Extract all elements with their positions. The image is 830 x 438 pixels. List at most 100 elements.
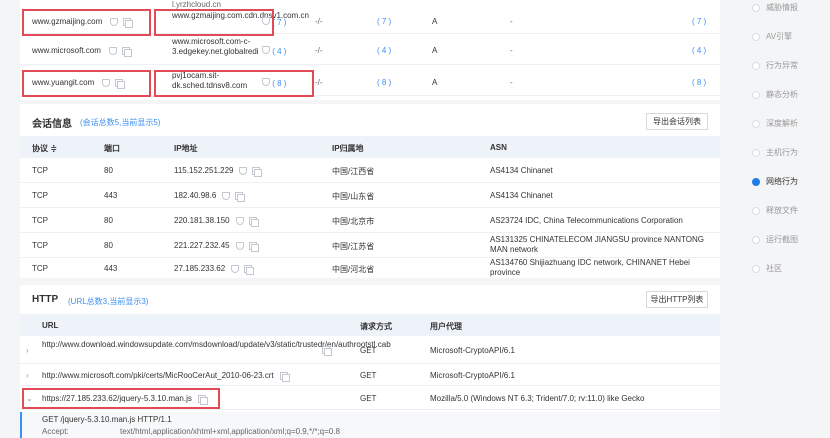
copy-icon[interactable] (248, 216, 259, 227)
col-method: 请求方式 (360, 322, 392, 331)
dns-card: l.yrzhcloud.cn www.gzmaijing.com www.gzm… (20, 0, 720, 100)
cell-ip: 27.185.233.62 (174, 264, 226, 273)
dns-dash2: - (510, 78, 513, 87)
export-http-button[interactable]: 导出HTTP列表 (646, 291, 708, 308)
shield-icon[interactable] (239, 166, 248, 175)
copy-icon[interactable] (248, 241, 259, 252)
table-row: TCP 443 182.40.98.6 中国/山东省 AS4134 Chinan… (20, 183, 720, 208)
cell-location: 中国/江西省 (332, 167, 375, 176)
shield-icon[interactable] (222, 191, 231, 200)
nav-label: 深度解析 (766, 119, 798, 128)
cell-method: GET (360, 346, 377, 355)
dns-domain: www.microsoft.com (32, 46, 101, 55)
dns-cname: www.microsoft.com-c-3.edgekey.net.global… (172, 37, 258, 56)
nav-dot-icon (752, 265, 760, 273)
cell-url[interactable]: http://www.microsoft.com/pki/certs/MicRo… (42, 371, 274, 380)
dns-count[interactable]: ( 4 ) (377, 46, 391, 55)
chevron-right-icon[interactable]: › (26, 346, 29, 355)
highlight-box (154, 70, 314, 97)
dns-type: A (432, 46, 438, 55)
table-row: TCP 443 27.185.233.62 中国/河北省 AS134760 Sh… (20, 258, 720, 278)
nav-item-screenshots[interactable]: 运行截图 (750, 233, 830, 247)
cell-port: 443 (104, 191, 118, 200)
dns-cname-badge[interactable]: ( 7 ) (272, 18, 286, 27)
nav-dot-icon (752, 62, 760, 70)
session-subtitle: (会话总数5,当前显示5) (80, 118, 161, 127)
dns-count2[interactable]: ( 7 ) (692, 17, 706, 26)
nav-item-community[interactable]: 社区 (750, 262, 830, 276)
nav-label: 释放文件 (766, 206, 798, 215)
dns-row: www.microsoft.com www.microsoft.com-c-3.… (20, 37, 720, 65)
highlight-box (22, 9, 151, 36)
cell-ip: 221.227.232.45 (174, 241, 230, 250)
shield-icon[interactable] (262, 46, 270, 54)
nav-dot-icon (752, 236, 760, 244)
dns-count2[interactable]: ( 8 ) (692, 78, 706, 87)
cell-protocol: TCP (32, 241, 48, 250)
export-session-button[interactable]: 导出会话列表 (646, 113, 708, 130)
copy-icon[interactable] (244, 264, 255, 275)
nav-dot-icon (752, 91, 760, 99)
http-title: HTTP (32, 294, 59, 305)
dns-dash: -/- (315, 46, 323, 55)
col-port: 端口 (104, 144, 120, 153)
table-row[interactable]: › http://www.microsoft.com/pki/certs/Mic… (20, 364, 720, 386)
nav-label: 静态分析 (766, 90, 798, 99)
main-content: l.yrzhcloud.cn www.gzmaijing.com www.gzm… (20, 0, 720, 438)
cell-location: 中国/北京市 (332, 217, 375, 226)
cell-method: GET (360, 394, 377, 403)
nav-item-behavior-anomaly[interactable]: 行为异常 (750, 59, 830, 73)
nav-dot-icon (752, 4, 760, 12)
dns-count[interactable]: ( 8 ) (377, 78, 391, 87)
session-title: 会话信息 (32, 119, 72, 130)
dns-dash: -/- (315, 17, 323, 26)
copy-icon[interactable] (322, 346, 332, 356)
nav-item-host-behavior[interactable]: 主机行为 (750, 146, 830, 160)
copy-icon[interactable] (279, 371, 290, 382)
cell-port: 80 (104, 166, 113, 175)
col-url: URL (42, 321, 59, 330)
shield-icon[interactable] (235, 216, 244, 225)
nav-label: 网络行为 (766, 177, 798, 186)
highlight-box (22, 70, 151, 97)
dns-cname-0: l.yrzhcloud.cn (172, 0, 221, 9)
dns-dash2: - (510, 46, 513, 55)
session-card: 会话信息 (会话总数5,当前显示5) 导出会话列表 协议 ≑ 端口 IP地址 I… (20, 104, 720, 278)
nav-dot-icon (752, 178, 760, 186)
cell-asn: AS23724 IDC, China Telecommunications Co… (490, 216, 683, 225)
nav-dot-icon (752, 149, 760, 157)
dns-count[interactable]: ( 7 ) (377, 17, 391, 26)
copy-icon[interactable] (252, 166, 263, 177)
nav-item-static-analysis[interactable]: 静态分析 (750, 88, 830, 102)
dns-count2[interactable]: ( 4 ) (692, 46, 706, 55)
request-line: GET /jquery-5.3.10.man.js HTTP/1.1 (42, 415, 172, 424)
cell-method: GET (360, 371, 377, 380)
cell-ip: 220.181.38.150 (174, 216, 230, 225)
chevron-right-icon[interactable]: › (26, 371, 29, 380)
cell-ip: 182.40.98.6 (174, 191, 217, 200)
session-table-header: 协议 ≑ 端口 IP地址 IP归属地 ASN (20, 136, 720, 158)
col-protocol[interactable]: 协议 ≑ (32, 143, 57, 154)
shield-icon[interactable] (109, 46, 118, 55)
http-subtitle: (URL总数3,当前显示3) (68, 297, 149, 306)
dns-dash2: - (510, 17, 513, 26)
shield-icon[interactable] (235, 241, 244, 250)
dns-cname-badge[interactable]: ( 4 ) (272, 47, 286, 56)
cell-asn: AS4134 Chinanet (490, 191, 553, 200)
shield-icon[interactable] (231, 264, 240, 273)
accept-key: Accept: (42, 427, 69, 436)
cell-protocol: TCP (32, 216, 48, 225)
section-nav: 威胁情报 AV引擎 行为异常 静态分析 深度解析 主机行为 网络行为 释放文件 … (750, 0, 830, 438)
nav-item-av-engine[interactable]: AV引擎 (750, 30, 830, 44)
cell-url[interactable]: http://www.download.windowsupdate.com/ms… (42, 340, 391, 350)
nav-item-threat-intel[interactable]: 威胁情报 (750, 1, 830, 15)
table-row: TCP 80 221.227.232.45 中国/江苏省 AS131325 CH… (20, 233, 720, 258)
copy-icon[interactable] (235, 191, 246, 202)
nav-dot-icon (752, 120, 760, 128)
nav-item-dropped-files[interactable]: 释放文件 (750, 204, 830, 218)
table-row[interactable]: › http://www.download.windowsupdate.com/… (20, 336, 720, 364)
nav-item-deep-analysis[interactable]: 深度解析 (750, 117, 830, 131)
copy-icon[interactable] (122, 46, 133, 57)
nav-item-network-behavior[interactable]: 网络行为 (750, 175, 830, 189)
nav-label: 行为异常 (766, 61, 798, 70)
